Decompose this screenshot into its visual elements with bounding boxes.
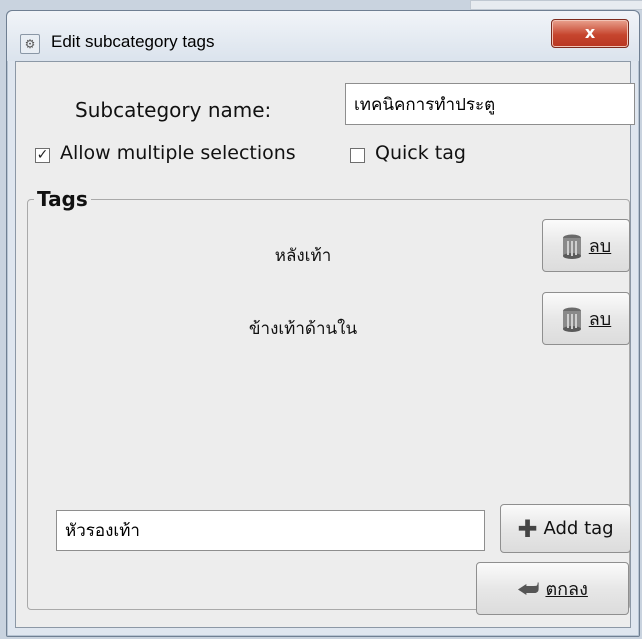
dialog-body: Subcategory name: เทคนิคการทำประตู ✓ All… [15,61,635,628]
quick-tag-label: Quick tag [375,142,466,164]
subcategory-name-label: Subcategory name: [75,98,272,122]
quick-tag-checkbox[interactable] [350,148,365,163]
add-tag-label: Add tag [543,518,614,539]
delete-tag-label: ลบ [588,236,612,257]
new-tag-input[interactable]: หัวรองเท้า [56,510,485,551]
plus-icon: ✚ [517,514,538,543]
title-bar: ⚙ Edit subcategory tags x [7,11,639,61]
tags-group-label: Tags [34,187,91,211]
ok-label: ตกลง [545,579,588,600]
allow-multiple-checkbox[interactable]: ✓ [35,148,50,163]
app-icon: ⚙ [20,34,40,54]
tag-label: หลังเท้า [274,246,332,266]
window-title: Edit subcategory tags [51,32,215,51]
ok-button[interactable]: ⮨ ตกลง [476,562,629,615]
delete-tag-button[interactable]: ลบ [542,219,630,272]
delete-tag-label: ลบ [588,309,612,330]
close-button[interactable]: x [551,19,629,48]
delete-tag-button[interactable]: ลบ [542,292,630,345]
trash-icon [562,234,581,259]
allow-multiple-label: Allow multiple selections [60,142,296,164]
background-window [470,0,642,10]
tag-label: ข้างเท้าด้านใน [248,319,358,339]
dialog-window: ⚙ Edit subcategory tags x Subcategory na… [6,10,640,637]
trash-icon [562,307,581,332]
add-tag-button[interactable]: ✚ Add tag [500,504,631,553]
return-arrow-icon: ⮨ [517,574,540,603]
subcategory-name-input[interactable]: เทคนิคการทำประตู [345,83,635,125]
